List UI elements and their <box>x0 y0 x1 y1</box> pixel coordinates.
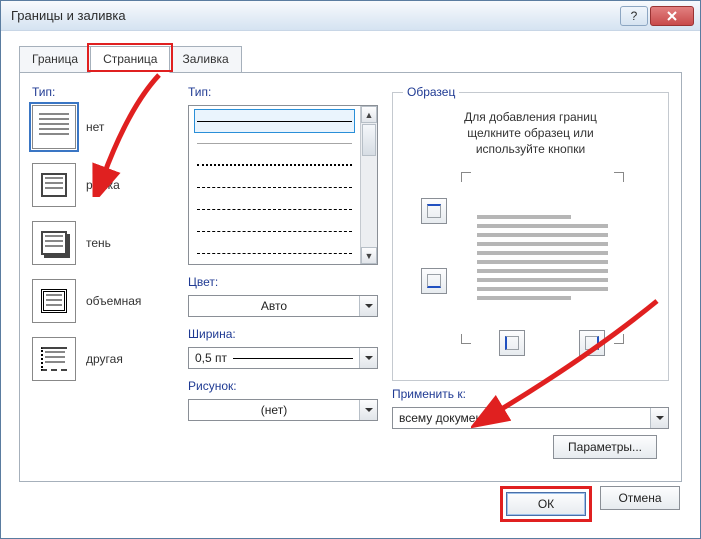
preview-hint-line: щелкните образец или <box>467 126 593 140</box>
preview-column: Образец Для добавления границ щелкните о… <box>392 85 669 469</box>
cancel-button-label: Отмена <box>618 491 661 505</box>
tab-page[interactable]: Страница <box>90 46 170 73</box>
setting-none-icon <box>32 105 76 149</box>
style-item[interactable] <box>195 132 354 154</box>
setting-shadow-label: тень <box>86 236 111 250</box>
style-label: Тип: <box>188 85 378 99</box>
options-button[interactable]: Параметры... <box>553 435 657 459</box>
style-item[interactable] <box>195 198 354 220</box>
scroll-up-button[interactable]: ▲ <box>361 106 377 123</box>
corner-icon <box>461 172 471 182</box>
setting-box[interactable]: рамка <box>32 163 182 207</box>
setting-box-label: рамка <box>86 178 120 192</box>
color-value: Авто <box>189 299 359 313</box>
setting-custom-label: другая <box>86 352 123 366</box>
style-item-solid[interactable] <box>195 110 354 132</box>
chevron-down-icon <box>359 348 377 368</box>
width-sample-line <box>233 358 353 359</box>
width-label: Ширина: <box>188 327 378 341</box>
tab-panel: Тип: нет рамка <box>19 72 682 482</box>
scroll-track[interactable] <box>361 157 377 247</box>
client-area: Граница Страница Заливка Тип: н <box>1 31 700 538</box>
setting-box-icon <box>32 163 76 207</box>
style-scrollbar[interactable]: ▲ ▼ <box>360 106 377 264</box>
preview-doc-icon <box>477 190 608 326</box>
cancel-button[interactable]: Отмена <box>600 486 680 510</box>
apply-to-label: Применить к: <box>392 387 669 401</box>
tab-row: Граница Страница Заливка <box>19 45 682 72</box>
preview-legend: Образец <box>403 85 459 99</box>
tab-shading[interactable]: Заливка <box>169 46 241 73</box>
scroll-down-button[interactable]: ▼ <box>361 247 377 264</box>
dialog-window: Границы и заливка ? Граница Страница Зал… <box>0 0 701 539</box>
art-value: (нет) <box>189 403 359 417</box>
style-item[interactable] <box>195 220 354 242</box>
setting-none[interactable]: нет <box>32 105 182 149</box>
setting-custom[interactable]: другая <box>32 337 182 381</box>
dialog-footer: ОК Отмена <box>500 486 680 522</box>
preview-hint: Для добавления границ щелкните образец и… <box>403 109 658 158</box>
preview-hint-line: Для добавления границ <box>464 110 597 124</box>
corner-icon <box>461 334 471 344</box>
annotation-highlight: ОК <box>500 486 592 522</box>
style-listbox[interactable]: ▲ ▼ <box>188 105 378 265</box>
preview-groupbox: Образец Для добавления границ щелкните о… <box>392 85 669 381</box>
style-item[interactable] <box>195 176 354 198</box>
tab-shading-label: Заливка <box>182 52 228 66</box>
apply-to-combo[interactable]: всему документу <box>392 407 669 429</box>
tab-border[interactable]: Граница <box>19 46 91 73</box>
color-combo[interactable]: Авто <box>188 295 378 317</box>
apply-to-row: Применить к: всему документу <box>392 387 669 429</box>
window-title: Границы и заливка <box>11 8 618 23</box>
corner-icon <box>614 334 624 344</box>
apply-to-value: всему документу <box>393 411 650 425</box>
setting-3d-label: объемная <box>86 294 141 308</box>
setting-shadow[interactable]: тень <box>32 221 182 265</box>
setting-none-label: нет <box>86 120 104 134</box>
tab-border-label: Граница <box>32 52 78 66</box>
options-button-label: Параметры... <box>568 440 642 454</box>
titlebar: Границы и заливка ? <box>1 1 700 31</box>
setting-column: Тип: нет рамка <box>32 85 182 469</box>
ok-button-label: ОК <box>538 497 554 511</box>
preview-area <box>403 168 658 348</box>
ok-button[interactable]: ОК <box>506 492 586 516</box>
setting-3d[interactable]: объемная <box>32 279 182 323</box>
scroll-thumb[interactable] <box>362 124 376 156</box>
help-button[interactable]: ? <box>620 6 648 26</box>
preview-page[interactable] <box>465 176 620 340</box>
style-list <box>189 106 360 264</box>
chevron-down-icon <box>359 400 377 420</box>
corner-icon <box>614 172 624 182</box>
setting-custom-icon <box>32 337 76 381</box>
tab-page-label: Страница <box>103 52 157 66</box>
style-item[interactable] <box>195 242 354 264</box>
chevron-down-icon <box>359 296 377 316</box>
style-item[interactable] <box>195 154 354 176</box>
art-label: Рисунок: <box>188 379 378 393</box>
border-bottom-button[interactable] <box>421 268 447 294</box>
style-column: Тип: ▲ <box>188 85 378 469</box>
preview-hint-line: используйте кнопки <box>476 142 585 156</box>
color-label: Цвет: <box>188 275 378 289</box>
width-combo[interactable]: 0,5 пт <box>188 347 378 369</box>
art-combo[interactable]: (нет) <box>188 399 378 421</box>
setting-3d-icon <box>32 279 76 323</box>
chevron-down-icon <box>650 408 668 428</box>
border-top-button[interactable] <box>421 198 447 224</box>
width-value: 0,5 пт <box>189 351 233 365</box>
setting-label: Тип: <box>32 85 182 99</box>
close-button[interactable] <box>650 6 694 26</box>
setting-shadow-icon <box>32 221 76 265</box>
